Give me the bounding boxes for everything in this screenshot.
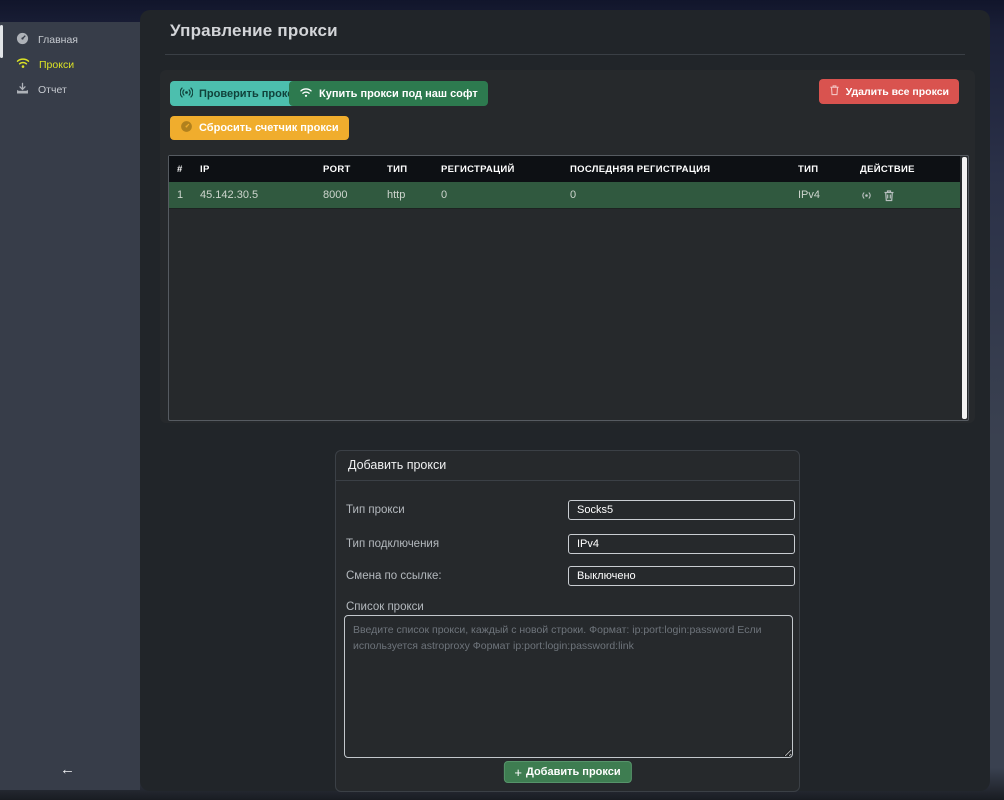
check-proxy-action-icon[interactable] <box>860 189 873 202</box>
proxies-panel: Проверить прокси Купить прокси под наш с… <box>160 70 975 423</box>
table-header-row: # IP PORT ТИП РЕГИСТРАЦИЙ ПОСЛЕДНЯЯ РЕГИ… <box>169 156 960 182</box>
proxies-table: # IP PORT ТИП РЕГИСТРАЦИЙ ПОСЛЕДНЯЯ РЕГИ… <box>168 155 969 421</box>
window-scrollbar-sliver[interactable] <box>0 25 3 58</box>
wifi-icon <box>16 57 30 72</box>
wifi-icon <box>299 87 313 101</box>
proxy-list-textarea[interactable] <box>344 615 793 758</box>
title-divider <box>165 54 965 55</box>
connection-type-label: Тип подключения <box>346 538 439 550</box>
cell-last-registration: 0 <box>570 189 798 201</box>
add-proxy-button[interactable]: + Добавить прокси <box>503 761 631 783</box>
delete-proxy-action-icon[interactable] <box>883 189 895 202</box>
cell-actions <box>860 189 960 202</box>
sidebar-collapse-button[interactable]: ← <box>60 761 75 778</box>
link-rotation-label: Смена по ссылке: <box>346 570 442 582</box>
page-title: Управление прокси <box>170 21 338 41</box>
delete-all-proxies-button[interactable]: Удалить все прокси <box>819 79 959 104</box>
add-proxy-label: Добавить прокси <box>526 766 621 778</box>
download-icon <box>16 82 29 98</box>
cell-index: 1 <box>169 189 200 201</box>
sidebar-item-home[interactable]: Главная <box>0 27 140 52</box>
delete-all-proxies-label: Удалить все прокси <box>846 86 949 98</box>
proxy-type-select[interactable]: Socks5 <box>568 500 795 520</box>
col-header-ip-type: ТИП <box>798 164 860 175</box>
col-header-index: # <box>169 164 200 175</box>
connection-type-select[interactable]: IPv4 <box>568 534 795 554</box>
table-scrollbar[interactable] <box>962 157 967 419</box>
reset-counter-label: Сбросить счетчик прокси <box>199 122 339 134</box>
dashboard-icon <box>16 32 29 48</box>
col-header-port: PORT <box>323 164 387 175</box>
col-header-type: ТИП <box>387 164 441 175</box>
sidebar-item-label: Отчет <box>38 84 67 96</box>
link-rotation-select[interactable]: Выключено <box>568 566 795 586</box>
cell-ip: 45.142.30.5 <box>200 189 323 201</box>
trash-icon <box>829 84 840 99</box>
sidebar-item-report[interactable]: Отчет <box>0 77 140 102</box>
check-proxies-label: Проверить прокси <box>199 88 300 100</box>
cell-port: 8000 <box>323 189 387 201</box>
table-row: 1 45.142.30.5 8000 http 0 0 IPv4 <box>169 182 960 209</box>
main-content: Управление прокси Проверить прокси Купит… <box>140 10 990 791</box>
col-header-action: ДЕЙСТВИЕ <box>860 164 960 175</box>
reset-counter-button[interactable]: Сбросить счетчик прокси <box>170 116 349 140</box>
buy-proxies-button[interactable]: Купить прокси под наш софт <box>289 81 488 106</box>
sidebar-item-label: Главная <box>38 34 78 46</box>
col-header-last-registration: ПОСЛЕДНЯЯ РЕГИСТРАЦИЯ <box>570 164 798 175</box>
cell-registrations: 0 <box>441 189 570 201</box>
add-proxy-form: Добавить прокси Тип прокси Socks5 Тип по… <box>335 450 800 792</box>
proxy-list-label: Список прокси <box>346 601 424 613</box>
proxy-type-label: Тип прокси <box>346 504 405 516</box>
speedometer-icon <box>180 120 193 136</box>
col-header-registrations: РЕГИСТРАЦИЙ <box>441 164 570 175</box>
cell-ip-type: IPv4 <box>798 189 860 201</box>
buy-proxies-label: Купить прокси под наш софт <box>319 88 478 100</box>
plus-icon: + <box>514 765 522 780</box>
wifi-tethering-icon <box>180 86 193 102</box>
col-header-ip: IP <box>200 164 323 175</box>
cell-type: http <box>387 189 441 201</box>
sidebar-item-label: Прокси <box>39 59 74 71</box>
sidebar-item-proxies[interactable]: Прокси <box>0 52 140 77</box>
form-title: Добавить прокси <box>336 451 799 481</box>
sidebar: Главная Прокси Отчет ← <box>0 22 140 790</box>
